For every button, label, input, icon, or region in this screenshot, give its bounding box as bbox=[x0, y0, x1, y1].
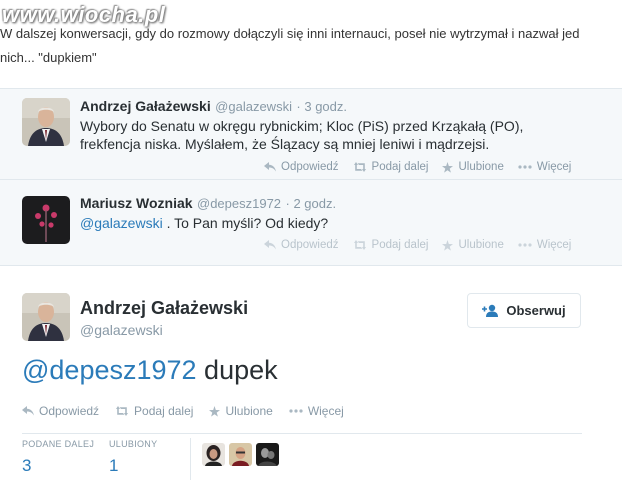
reply-button[interactable]: Odpowiedź bbox=[264, 237, 339, 253]
tweet-actions: Odpowiedź Podaj dalej Ulubione Więcej bbox=[264, 237, 585, 253]
reply-label: Odpowiedź bbox=[281, 239, 339, 251]
main-tweet-text: @depesz1972 dupek bbox=[22, 355, 278, 386]
more-label: Więcej bbox=[536, 239, 572, 251]
retweet-label: Podaj dalej bbox=[134, 404, 194, 418]
tweet-text-body: . To Pan myśli? Od kiedy? bbox=[162, 215, 329, 231]
author-handle[interactable]: @depesz1972 bbox=[197, 196, 281, 211]
mention-link[interactable]: @depesz1972 bbox=[22, 355, 197, 385]
more-label: Więcej bbox=[307, 404, 344, 418]
star-icon bbox=[442, 239, 454, 251]
main-tweet-actions: Odpowiedź Podaj dalej Ulubione Więcej bbox=[22, 404, 360, 418]
stats-divider bbox=[22, 433, 582, 434]
tweet-time[interactable]: · 2 godz. bbox=[286, 196, 337, 211]
retweet-button[interactable]: Podaj dalej bbox=[115, 404, 193, 418]
reply-label: Odpowiedź bbox=[39, 404, 100, 418]
favorite-label: Ulubione bbox=[458, 239, 504, 251]
retweet-button[interactable]: Podaj dalej bbox=[353, 237, 429, 253]
avatar[interactable] bbox=[229, 443, 252, 466]
retweet-icon bbox=[116, 406, 129, 416]
reply-icon bbox=[264, 240, 276, 250]
favorite-label: Ulubione bbox=[225, 404, 273, 418]
tweet-header: Mariusz Wozniak @depesz1972 · 2 godz. bbox=[80, 195, 336, 213]
reply-icon bbox=[22, 406, 34, 416]
reply-button[interactable]: Odpowiedź bbox=[22, 404, 99, 418]
favorite-button[interactable]: Ulubione bbox=[442, 237, 504, 253]
more-button[interactable]: Więcej bbox=[289, 404, 344, 418]
tweet-2[interactable]: Mariusz Wozniak @depesz1972 · 2 godz. @g… bbox=[0, 89, 622, 265]
more-dots-icon bbox=[289, 409, 303, 413]
intro-line-1: W dalszej konwersacji, gdy do rozmowy do… bbox=[0, 26, 580, 41]
retweet-icon bbox=[353, 240, 366, 250]
conversation-thread: Andrzej Gałażewski @galazewski · 3 godz.… bbox=[0, 88, 622, 266]
retweet-count[interactable]: 3 bbox=[22, 456, 94, 476]
author-name[interactable]: Andrzej Gałażewski bbox=[80, 298, 248, 319]
retweeter-avatars bbox=[202, 443, 279, 466]
author-handle[interactable]: @galazewski bbox=[80, 322, 163, 338]
main-tweet: Andrzej Gałażewski @galazewski Obserwuj … bbox=[0, 272, 622, 491]
follow-label: Obserwuj bbox=[506, 303, 566, 318]
intro-text: W dalszej konwersacji, gdy do rozmowy do… bbox=[0, 22, 622, 70]
add-user-icon bbox=[482, 304, 499, 317]
author-avatar[interactable] bbox=[22, 293, 70, 341]
avatar[interactable] bbox=[22, 196, 70, 244]
more-button[interactable]: Więcej bbox=[518, 237, 572, 253]
retweet-stat[interactable]: PODANE DALEJ 3 bbox=[22, 439, 94, 476]
star-icon bbox=[209, 405, 221, 417]
favorite-stat[interactable]: ULUBIONY 1 bbox=[109, 439, 157, 476]
stats-separator bbox=[190, 438, 191, 480]
follow-button[interactable]: Obserwuj bbox=[467, 293, 581, 328]
avatar[interactable] bbox=[256, 443, 279, 466]
avatar[interactable] bbox=[202, 443, 225, 466]
watermark: www.wiocha.pl bbox=[2, 2, 166, 27]
favorite-count[interactable]: 1 bbox=[109, 456, 157, 476]
intro-line-2: nich... "dupkiem" bbox=[0, 50, 97, 65]
mention-link[interactable]: @galazewski bbox=[80, 215, 163, 231]
main-tweet-body: dupek bbox=[196, 355, 278, 385]
more-dots-icon bbox=[518, 243, 532, 247]
favorite-stat-label: ULUBIONY bbox=[109, 439, 158, 449]
favorite-button[interactable]: Ulubione bbox=[209, 404, 273, 418]
tweet-text: @galazewski . To Pan myśli? Od kiedy? bbox=[80, 214, 600, 232]
author-name[interactable]: Mariusz Wozniak bbox=[80, 195, 193, 211]
retweet-stat-label: PODANE DALEJ bbox=[22, 439, 95, 449]
retweet-label: Podaj dalej bbox=[371, 239, 429, 251]
avatar[interactable] bbox=[22, 98, 70, 146]
